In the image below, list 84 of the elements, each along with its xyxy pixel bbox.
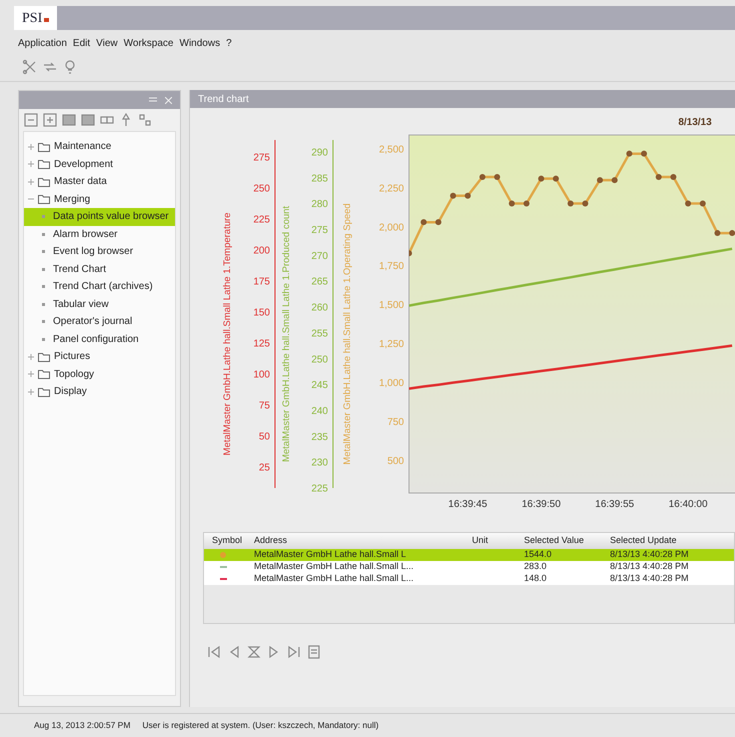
tree-item[interactable]: Operator's journal [24, 313, 175, 330]
table-cell-text: 283.0 [523, 560, 548, 574]
y-tick-label: 225 [311, 484, 328, 494]
y-tick-label: 200 [253, 246, 270, 256]
y-tick-label: 230 [311, 458, 328, 469]
menu-item[interactable]: Edit [72, 36, 90, 52]
y-tick-label: 260 [311, 302, 328, 314]
tree-item[interactable]: Tabular view [24, 296, 175, 313]
y-tick-label: 225 [253, 214, 270, 226]
y-tick-label: 280 [311, 199, 328, 210]
y-tick-label: 275 [253, 152, 270, 164]
x-tick-label: 16:39:55 [595, 499, 634, 510]
table-row[interactable]: MetalMaster GmbH Lathe hall.Small L 1544.0 8/13/13 4:40:28 PM [204, 549, 734, 561]
axis-title: MetalMaster GmbH.Lathe hall.Small Lathe 1.Operating Speed [342, 203, 353, 465]
column-header[interactable]: Unit [464, 534, 516, 548]
app-logo: PSI [14, 6, 58, 30]
y-tick-label: 2,000 [378, 222, 404, 234]
y-tick-label: 1,250 [378, 339, 404, 350]
table-cell-text: 1544.0 [523, 548, 553, 562]
table-row[interactable]: MetalMaster GmbH Lathe hall.Small L... 283.0 8/13/13 4:40:28 PM [204, 561, 734, 573]
table-cell-text: MetalMaster GmbH Lathe hall.Small L... [253, 572, 415, 586]
chart-date: 8/13/13 [678, 117, 712, 128]
menu-item[interactable]: Application [18, 36, 67, 52]
y-tick-label: 270 [311, 250, 328, 262]
tree-item[interactable]: Data points value browser [24, 208, 175, 226]
x-tick-label: 16:40:00 [668, 499, 708, 510]
axis-title: MetalMaster GmbH.Lathe hall.Small Lathe 1.Produced count [281, 206, 292, 462]
y-tick-label: 2,500 [378, 144, 404, 156]
y-tick-label: 125 [253, 338, 270, 350]
axis-title: MetalMaster GmbH.Lathe hall.Small Lathe 1.Temperature [222, 212, 233, 456]
y-tick-label: 2,250 [378, 183, 404, 194]
status-time: Aug 13, 2013 2:00:57 PM [34, 719, 130, 732]
tree-item[interactable]: Merging [24, 190, 175, 208]
menu-item[interactable]: ? [226, 36, 232, 52]
panel-header: Trend chart [190, 90, 735, 108]
y-tick-label: 1,000 [378, 378, 404, 389]
y-tick-label: 255 [311, 328, 328, 340]
x-tick-label: 16:39:50 [522, 499, 561, 510]
table-cell-text: MetalMaster GmbH Lathe hall.Small L [253, 548, 408, 562]
tree-item[interactable]: Master data [24, 173, 175, 190]
menu-item[interactable]: Windows [180, 36, 220, 52]
column-header[interactable]: Symbol [204, 534, 246, 548]
y-tick-label: 25 [258, 462, 270, 474]
tree-item[interactable]: Pictures [24, 348, 175, 366]
y-tick-label: 150 [253, 308, 270, 318]
column-header[interactable]: Selected Value [516, 534, 602, 548]
menu-item[interactable]: View [96, 36, 118, 52]
y-tick-label: 250 [253, 184, 270, 194]
tree-item[interactable]: Maintenance [24, 138, 175, 156]
status-message: User is registered at system. (User: kszczech, Mandatory: null) [142, 719, 379, 732]
tree-item[interactable]: Panel configuration [24, 330, 175, 348]
table-cell-text: 8/13/13 4:40:28 PM [609, 548, 690, 562]
tree-item[interactable]: Display [24, 383, 175, 400]
table-cell-text: 8/13/13 4:40:28 PM [609, 560, 690, 574]
y-tick-label: 265 [311, 276, 328, 288]
y-tick-label: 175 [253, 276, 270, 288]
table-cell-text: MetalMaster GmbH Lathe hall.Small L... [253, 560, 415, 574]
table-cell-text: 8/13/13 4:40:28 PM [609, 572, 690, 586]
tree-item[interactable]: Development [24, 156, 175, 173]
column-header[interactable]: Selected Update [602, 534, 734, 548]
y-tick-label: 1,500 [378, 300, 404, 312]
table-cell-text: 148.0 [523, 572, 548, 586]
y-tick-label: 50 [258, 432, 270, 442]
y-tick-label: 750 [387, 416, 404, 428]
y-tick-label: 1,750 [378, 261, 404, 272]
tree-item[interactable]: Trend Chart (archives) [24, 278, 175, 296]
tree-item[interactable]: Trend Chart [24, 260, 175, 278]
tree-item[interactable]: Topology [24, 366, 175, 383]
column-header[interactable]: Address [246, 534, 464, 548]
y-tick-label: 250 [311, 354, 328, 366]
tree-item[interactable]: Event log browser [24, 243, 175, 260]
y-tick-label: 275 [311, 225, 328, 236]
y-tick-label: 290 [311, 148, 328, 158]
y-tick-label: 240 [311, 406, 328, 417]
y-tick-label: 285 [311, 173, 328, 184]
y-tick-label: 75 [258, 400, 270, 412]
y-tick-label: 245 [311, 380, 328, 392]
y-tick-label: 100 [253, 370, 270, 380]
x-tick-label: 16:39:45 [448, 499, 488, 510]
table-row[interactable]: MetalMaster GmbH Lathe hall.Small L... 148.0 8/13/13 4:40:28 PM [204, 573, 734, 585]
menu-item[interactable]: Workspace [124, 36, 174, 52]
y-tick-label: 235 [311, 432, 328, 443]
y-tick-label: 500 [387, 456, 404, 467]
tree-item[interactable]: Alarm browser [24, 226, 175, 243]
